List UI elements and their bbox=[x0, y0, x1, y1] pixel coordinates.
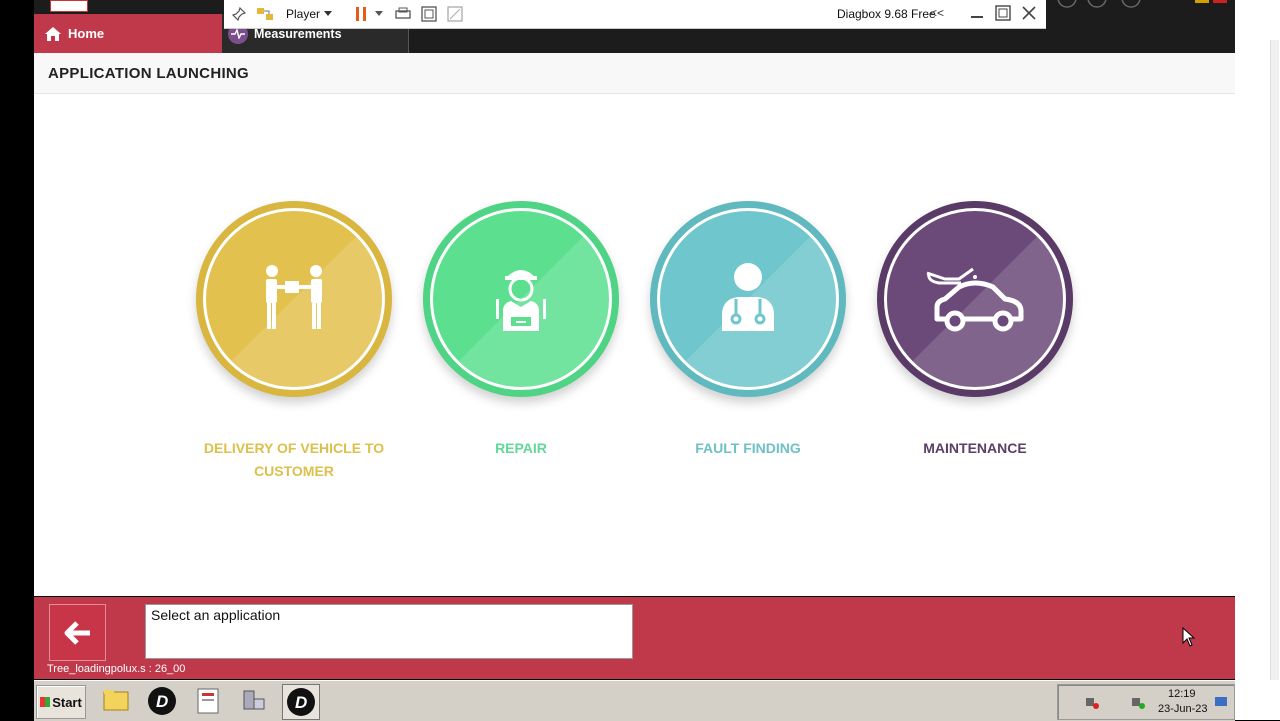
diagbox-app-icon[interactable]: D bbox=[144, 684, 180, 718]
brand-logo bbox=[50, 0, 88, 12]
player-menu-button[interactable]: Player bbox=[286, 7, 333, 21]
app-fault-finding[interactable]: FAULT FINDING bbox=[650, 201, 846, 460]
window-title: Diagbox 9.68 Free bbox=[837, 7, 936, 21]
pin-icon[interactable] bbox=[228, 3, 250, 25]
player-menu-label: Player bbox=[286, 7, 321, 21]
explorer-app-icon[interactable] bbox=[98, 684, 134, 718]
chevron-down-icon bbox=[324, 11, 333, 16]
close-button[interactable] bbox=[1016, 2, 1042, 24]
doctor-icon bbox=[722, 263, 774, 331]
app-delivery-label: DELIVERY OF VEHICLE TO CUSTOMER bbox=[203, 440, 385, 479]
page-header: APPLICATION LAUNCHING bbox=[34, 53, 1235, 94]
collapse-toolbar-icon[interactable]: << bbox=[930, 6, 944, 20]
app-repair[interactable]: REPAIR bbox=[423, 201, 619, 460]
show-desktop-icon[interactable] bbox=[1214, 695, 1228, 709]
unity-mode-icon[interactable] bbox=[444, 3, 466, 25]
app-repair-circle[interactable] bbox=[423, 201, 619, 397]
application-grid: DELIVERY OF VEHICLE TO CUSTOMER REPAIR F… bbox=[34, 94, 1235, 596]
svg-text:D: D bbox=[295, 693, 307, 712]
network-app-icon[interactable] bbox=[236, 684, 272, 718]
arrow-left-icon bbox=[64, 620, 90, 645]
system-tray: 12:19 23-Jun-23 bbox=[1057, 684, 1235, 720]
app-fault-finding-label: FAULT FINDING bbox=[695, 440, 801, 456]
tab-home[interactable]: Home bbox=[34, 14, 222, 53]
status-text: Tree_loadingpolux.s : 26_00 bbox=[47, 663, 186, 675]
network-disconnected-icon[interactable] bbox=[1084, 694, 1100, 710]
car-oil-icon bbox=[926, 267, 1024, 332]
app-delivery[interactable]: DELIVERY OF VEHICLE TO CUSTOMER bbox=[196, 201, 392, 483]
header-right-icons bbox=[1057, 0, 1227, 8]
handover-icon bbox=[266, 265, 322, 329]
minimize-button[interactable] bbox=[964, 2, 990, 24]
bottom-bar: Select an application Tree_loadingpolux.… bbox=[34, 597, 1235, 679]
vm-library-icon[interactable] bbox=[254, 3, 276, 25]
player-toolbar: Player Diagbox 9.68 Free << bbox=[224, 0, 1046, 29]
diagbox-active-app-icon[interactable]: D bbox=[282, 684, 320, 720]
send-ctrl-alt-del-icon[interactable] bbox=[392, 3, 414, 25]
app-maintenance-circle[interactable] bbox=[877, 201, 1073, 397]
scrollbar[interactable] bbox=[1270, 40, 1279, 680]
svg-text:D: D bbox=[156, 692, 168, 711]
back-button[interactable] bbox=[49, 604, 106, 661]
windows-logo-icon bbox=[40, 697, 51, 707]
chevron-down-icon[interactable] bbox=[372, 3, 386, 25]
app-maintenance[interactable]: MAINTENANCE bbox=[877, 201, 1073, 460]
mechanic-icon bbox=[496, 270, 546, 331]
page-title: APPLICATION LAUNCHING bbox=[48, 65, 250, 82]
message-box: Select an application bbox=[145, 604, 633, 659]
maximize-button[interactable] bbox=[990, 2, 1016, 24]
start-button[interactable]: Start bbox=[36, 685, 86, 719]
home-icon bbox=[45, 26, 61, 41]
app-maintenance-label: MAINTENANCE bbox=[923, 440, 1027, 456]
fit-window-icon[interactable] bbox=[418, 3, 440, 25]
tab-home-label: Home bbox=[68, 26, 105, 41]
mouse-cursor-icon bbox=[1182, 627, 1196, 647]
safely-remove-icon[interactable] bbox=[1130, 694, 1146, 710]
taskbar: Start D D 12:19 23-Jun-23 bbox=[34, 680, 1235, 721]
app-repair-label: REPAIR bbox=[495, 440, 547, 456]
pause-button[interactable] bbox=[350, 3, 372, 25]
app-delivery-circle[interactable] bbox=[196, 201, 392, 397]
app-fault-finding-circle[interactable] bbox=[650, 201, 846, 397]
clock-date: 23-Jun-23 bbox=[1158, 703, 1208, 715]
start-label: Start bbox=[52, 694, 82, 710]
clock-time: 12:19 bbox=[1168, 688, 1196, 700]
document-app-icon[interactable] bbox=[190, 684, 226, 718]
